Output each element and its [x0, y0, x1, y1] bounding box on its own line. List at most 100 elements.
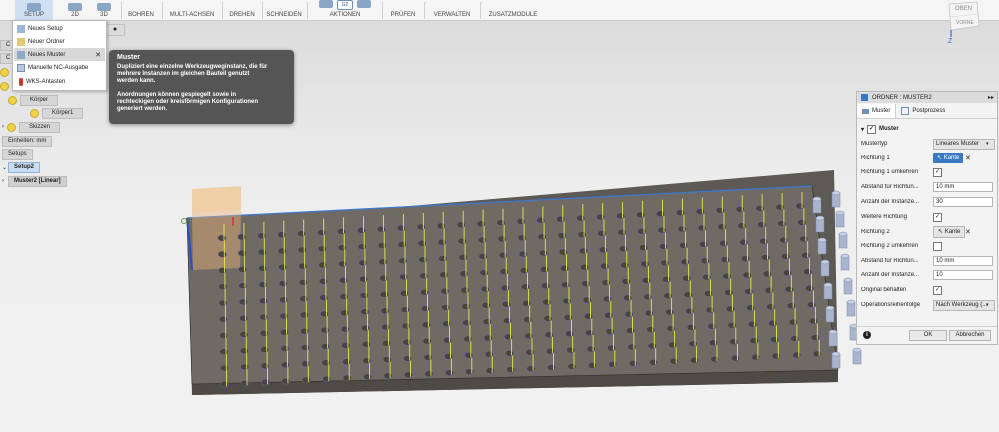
weitere-richtung-checkbox[interactable]: ✓	[933, 212, 942, 222]
setup-icon	[17, 24, 25, 33]
tree-item-koerper[interactable]: Körper	[8, 94, 59, 106]
hole	[436, 222, 446, 230]
tree-item-skizzen[interactable]: › Skizzen	[2, 121, 61, 133]
abstand2-input[interactable]: 10 mm	[933, 256, 993, 266]
mustertyp-label: Mustertyp	[861, 141, 888, 147]
hole	[680, 258, 690, 266]
viewcube[interactable]: OBEN VORNE Z	[947, 0, 981, 45]
dropdown-arrow-icon[interactable]: ▾	[986, 141, 989, 147]
tree-item-muster2[interactable]: › Muster2 [Linear]	[2, 175, 67, 187]
tree-item-koerper1[interactable]: Körper1	[30, 107, 84, 119]
browser-bulb-row[interactable]	[0, 81, 12, 91]
hole	[699, 241, 709, 248]
g2-icon: G2	[337, 0, 353, 10]
hole	[690, 356, 700, 364]
hole	[669, 357, 679, 365]
hole	[597, 230, 607, 237]
dropdown-arrow-icon[interactable]: ▾	[986, 302, 989, 308]
row-reihenfolge: Operationsreihenfolge Nach Werkzeug (...…	[861, 299, 995, 311]
hole	[805, 284, 815, 292]
setup-menu-button[interactable]: SETUP	[15, 0, 53, 20]
browser-tab-close-icon[interactable]: ●	[105, 24, 125, 36]
hole	[740, 255, 750, 262]
hole	[218, 299, 228, 307]
hole	[362, 357, 372, 364]
hole	[339, 276, 348, 284]
anzahl1-label: Anzahl der Instanze...	[861, 199, 920, 205]
tree-item-setup2[interactable]: ⌄ Setup2	[2, 161, 41, 173]
hole	[444, 369, 454, 376]
hole	[257, 248, 267, 256]
toolbar-separator	[262, 2, 263, 19]
hole	[479, 269, 489, 276]
hole	[759, 237, 769, 245]
menu-item-neues-muster[interactable]: Neues Muster ✕	[14, 48, 105, 61]
tab-postprozess[interactable]: Postprozess	[896, 104, 950, 118]
hole	[790, 335, 800, 342]
aktionen-menu-button[interactable]: G2 AKTIONEN	[311, 0, 379, 20]
schneiden-menu-button[interactable]: SCHNEIDEN	[265, 0, 303, 20]
multi-achsen-menu-button[interactable]: MULTI-ACHSEN	[165, 0, 219, 20]
hole	[419, 272, 429, 280]
richtung2-umkehren-checkbox[interactable]	[933, 241, 942, 251]
hole	[277, 231, 287, 238]
expand-panel-icon[interactable]: ▸▸	[988, 94, 994, 101]
lightbulb-icon[interactable]	[7, 122, 16, 132]
3d-menu-button[interactable]: 3D	[90, 0, 118, 20]
hole	[801, 252, 811, 259]
hole	[543, 315, 553, 322]
hole	[605, 328, 615, 335]
hole	[361, 341, 371, 348]
toolbar-separator	[162, 2, 163, 19]
menu-item-manuelle-nc[interactable]: Manuelle NC-Ausgabe	[14, 61, 105, 74]
menu-item-neuer-ordner[interactable]: Neuer Ordner	[14, 35, 105, 48]
pruefen-menu-button[interactable]: PRÜFEN	[386, 0, 420, 20]
abstand1-input[interactable]: 10 mm	[933, 182, 993, 192]
ok-button[interactable]: OK	[909, 330, 947, 341]
hole	[505, 349, 515, 357]
hole	[339, 293, 349, 300]
panel-title: ORDNER : MUSTER2	[872, 94, 932, 101]
tree-item-setups[interactable]: Setups	[2, 148, 33, 160]
tool-cylinder-top	[828, 329, 838, 335]
hole	[239, 347, 249, 354]
section-header[interactable]: ▾ ✓ Muster	[861, 123, 993, 135]
zusatzmodule-menu-button[interactable]: ZUSATZMODULE	[484, 0, 542, 20]
clear-selection-icon[interactable]: ✕	[965, 228, 971, 236]
section-checkbox[interactable]: ✓	[867, 124, 877, 134]
kante2-button[interactable]: ↖ Kante	[933, 226, 966, 238]
lightbulb-icon[interactable]	[0, 67, 9, 77]
menu-item-wks-antasten[interactable]: WKS-Antasten	[14, 75, 105, 88]
hole	[258, 265, 268, 272]
drehen-menu-button[interactable]: DREHEN	[225, 0, 259, 20]
row-richtung2: Richtung 2 ↖ Kante ✕	[861, 226, 993, 238]
viewcube-top-label[interactable]: OBEN	[955, 6, 972, 12]
anzahl2-input[interactable]: 10	[933, 270, 993, 280]
hole	[240, 363, 250, 371]
hole	[506, 366, 516, 373]
richtung1-umkehren-checkbox[interactable]: ✓	[933, 167, 942, 177]
hole	[660, 259, 670, 267]
browser-bulb-row[interactable]	[0, 67, 12, 77]
lightbulb-icon[interactable]	[30, 108, 39, 118]
info-icon[interactable]: i	[863, 331, 871, 339]
original-behalten-checkbox[interactable]: ✓	[933, 285, 942, 295]
menu-item-neues-setup[interactable]: Neues Setup	[14, 22, 105, 35]
kante1-button[interactable]: ↖ Kante	[933, 153, 964, 163]
verwalten-menu-button[interactable]: VERWALTEN	[428, 0, 476, 20]
bohren-menu-button[interactable]: BOHREN	[124, 0, 158, 20]
anzahl1-input[interactable]: 30	[933, 197, 993, 207]
tab-muster[interactable]: Muster	[857, 104, 897, 118]
lightbulb-icon[interactable]	[8, 95, 17, 105]
hole	[417, 240, 427, 247]
lightbulb-icon[interactable]	[0, 81, 9, 91]
hole	[697, 224, 707, 232]
2d-menu-button[interactable]: 2D	[58, 0, 92, 20]
cancel-button[interactable]: Abbrechen	[949, 330, 991, 341]
collapse-triangle-icon[interactable]: ▾	[861, 126, 864, 133]
hole	[808, 317, 818, 325]
viewcube-front-label[interactable]: VORNE	[956, 20, 974, 26]
close-icon[interactable]: ✕	[95, 51, 101, 59]
clear-selection-icon[interactable]: ✕	[965, 154, 971, 162]
stock-box-top	[192, 186, 241, 213]
